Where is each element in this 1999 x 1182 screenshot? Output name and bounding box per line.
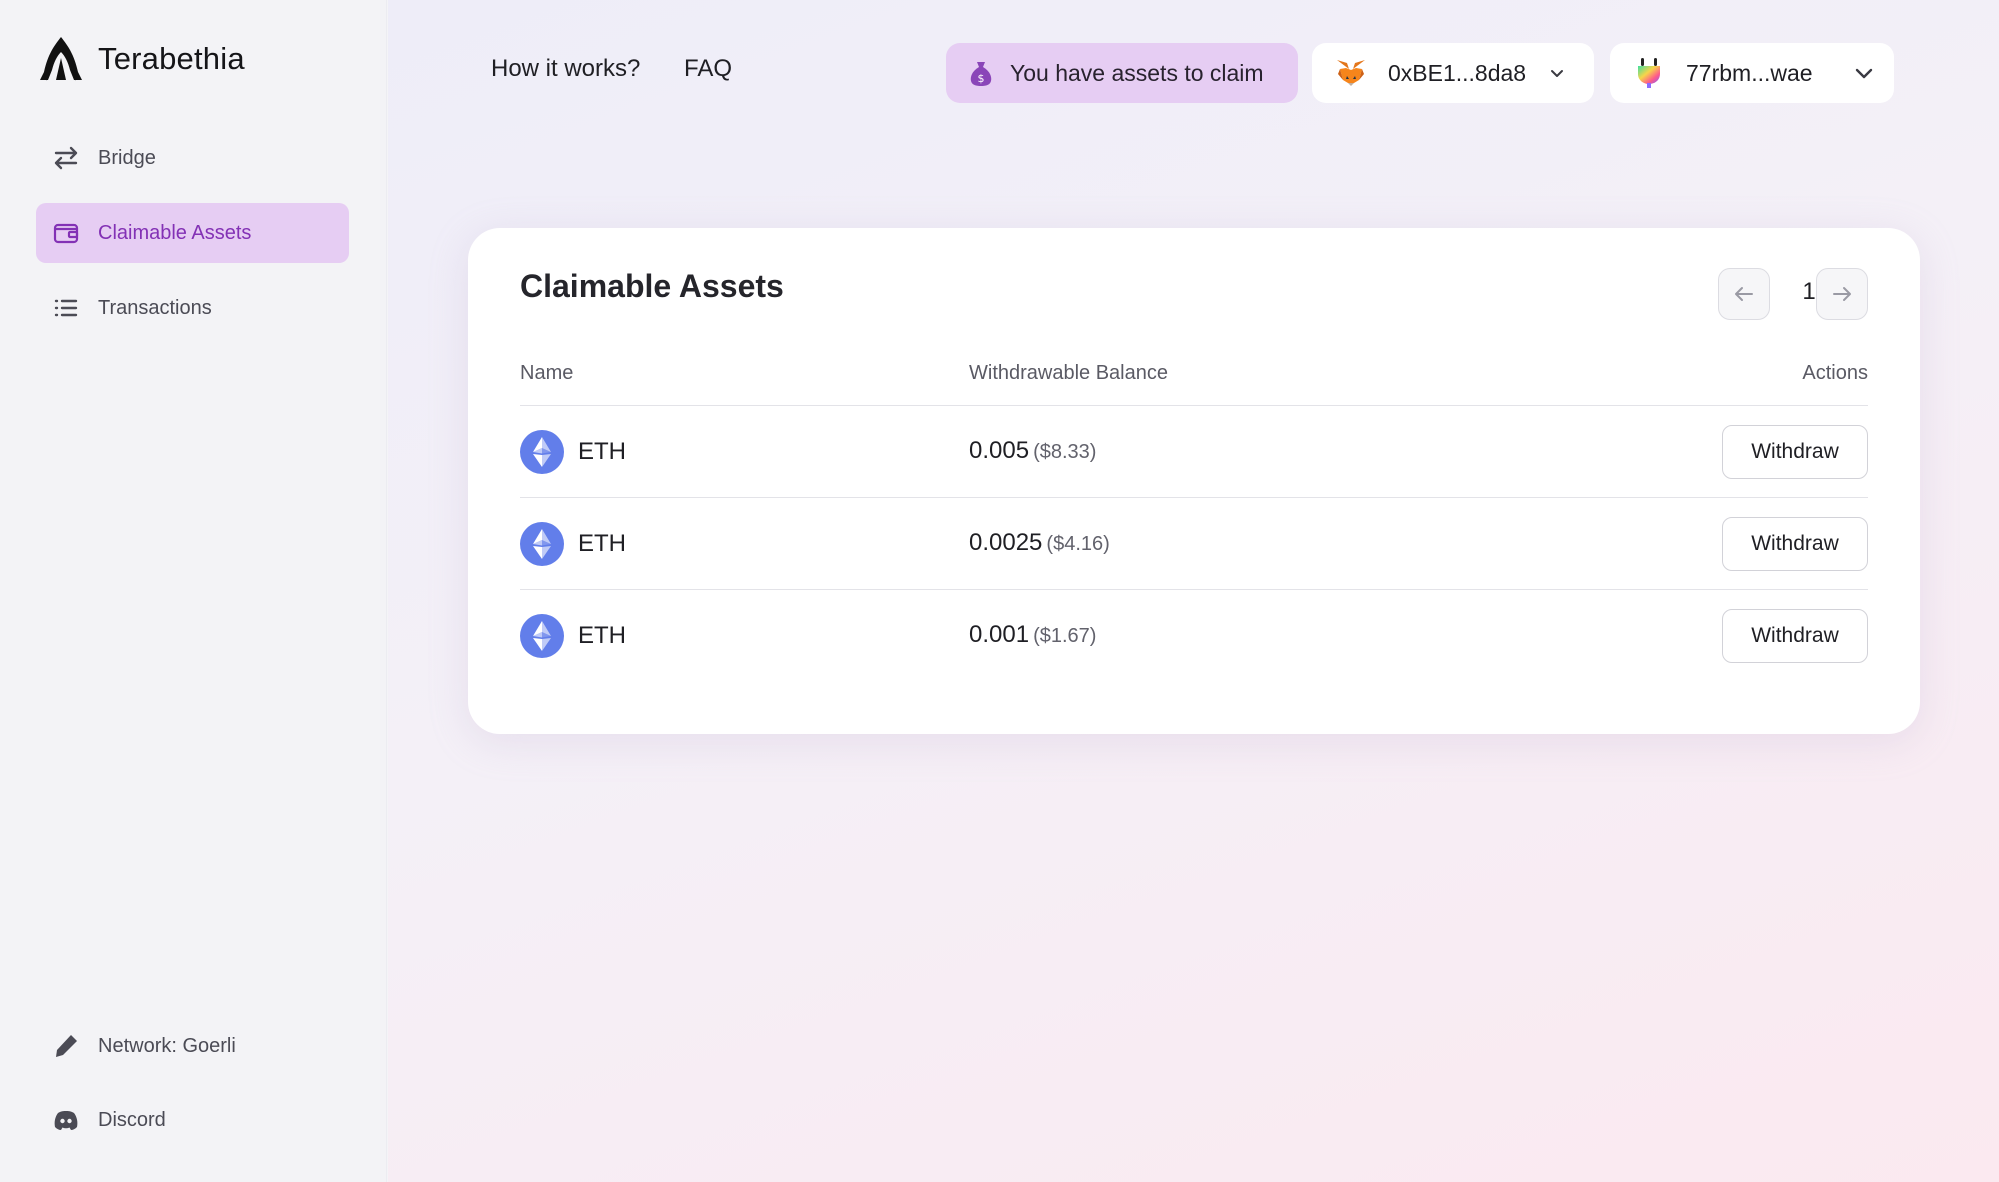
asset-name: ETH (578, 438, 626, 465)
prev-page-button[interactable] (1718, 268, 1770, 320)
column-header-name: Name (520, 362, 574, 384)
balance-usd: ($4.16) (1046, 533, 1110, 555)
chevron-down-icon (1551, 70, 1564, 77)
next-page-button[interactable] (1816, 268, 1868, 320)
svg-text:$: $ (978, 72, 985, 85)
asset-name: ETH (578, 530, 626, 557)
claimable-assets-card: Claimable Assets 1 Name Withdrawable Bal… (468, 228, 1920, 734)
pencil-icon (56, 1035, 77, 1057)
assets-to-claim-button[interactable]: $ You have assets to claim (946, 43, 1298, 103)
sidebar-item-discord[interactable]: Discord (36, 1090, 349, 1150)
terabethia-logo-icon (40, 37, 82, 81)
balance-amount: 0.005 (969, 437, 1030, 464)
sidebar-item-bridge[interactable]: Bridge (36, 128, 349, 188)
sidebar-item-transactions[interactable]: Transactions (36, 278, 349, 338)
arrow-left-icon (1735, 287, 1753, 301)
chevron-down-icon (1855, 68, 1872, 79)
sidebar-item-label: Network: Goerli (98, 1034, 236, 1057)
withdraw-button[interactable]: Withdraw (1722, 609, 1868, 663)
arrows-left-right-icon (54, 146, 78, 170)
sidebar-item-network[interactable]: Network: Goerli (36, 1016, 349, 1076)
discord-icon (54, 1111, 78, 1130)
eth-wallet-dropdown[interactable]: 0xBE1...8da8 (1312, 43, 1594, 103)
plug-icon (1638, 58, 1660, 88)
money-bag-icon: $ (970, 62, 992, 86)
card-title: Claimable Assets (520, 268, 784, 304)
table-row: ETH 0.001 ($1.67) Withdraw (520, 589, 1868, 681)
sidebar-item-claimable-assets[interactable]: Claimable Assets (36, 203, 349, 263)
eth-icon (520, 614, 564, 658)
asset-balance: 0.005 ($8.33) (969, 437, 1096, 465)
withdraw-button[interactable]: Withdraw (1722, 425, 1868, 479)
metamask-fox-icon (1337, 60, 1365, 86)
ic-wallet-address: 77rbm...wae (1686, 59, 1813, 86)
eth-icon (520, 522, 564, 566)
sidebar-item-label: Bridge (98, 146, 156, 169)
brand[interactable]: Terabethia (36, 34, 245, 84)
balance-usd: ($8.33) (1033, 441, 1097, 463)
sidebar-item-label: Discord (98, 1108, 166, 1131)
sidebar-item-label: Claimable Assets (98, 221, 252, 244)
balance-usd: ($1.67) (1033, 625, 1097, 647)
brand-name: Terabethia (98, 41, 245, 76)
column-header-balance: Withdrawable Balance (969, 362, 1168, 384)
asset-balance: 0.001 ($1.67) (969, 621, 1096, 649)
arrow-right-icon (1833, 287, 1851, 301)
withdraw-button[interactable]: Withdraw (1722, 517, 1868, 571)
sidebar: Terabethia Bridge Claimable Assets Trans… (0, 0, 387, 1182)
ic-wallet-dropdown[interactable]: 77rbm...wae (1610, 43, 1894, 103)
table-row: ETH 0.005 ($8.33) Withdraw (520, 405, 1868, 497)
column-header-actions: Actions (1802, 362, 1868, 384)
how-it-works-link[interactable]: How it works? (491, 55, 640, 83)
faq-link[interactable]: FAQ (684, 55, 732, 83)
eth-icon (520, 430, 564, 474)
table-row: ETH 0.0025 ($4.16) Withdraw (520, 497, 1868, 589)
wallet-icon (53, 223, 79, 244)
asset-name: ETH (578, 622, 626, 649)
assets-to-claim-label: You have assets to claim (1010, 59, 1264, 86)
sidebar-item-label: Transactions (98, 296, 212, 319)
list-icon (54, 299, 78, 317)
balance-amount: 0.0025 (969, 529, 1043, 556)
asset-balance: 0.0025 ($4.16) (969, 529, 1110, 557)
eth-wallet-address: 0xBE1...8da8 (1388, 59, 1527, 86)
balance-amount: 0.001 (969, 621, 1030, 648)
main-content: How it works? FAQ $ You have assets to c… (388, 0, 1999, 1182)
